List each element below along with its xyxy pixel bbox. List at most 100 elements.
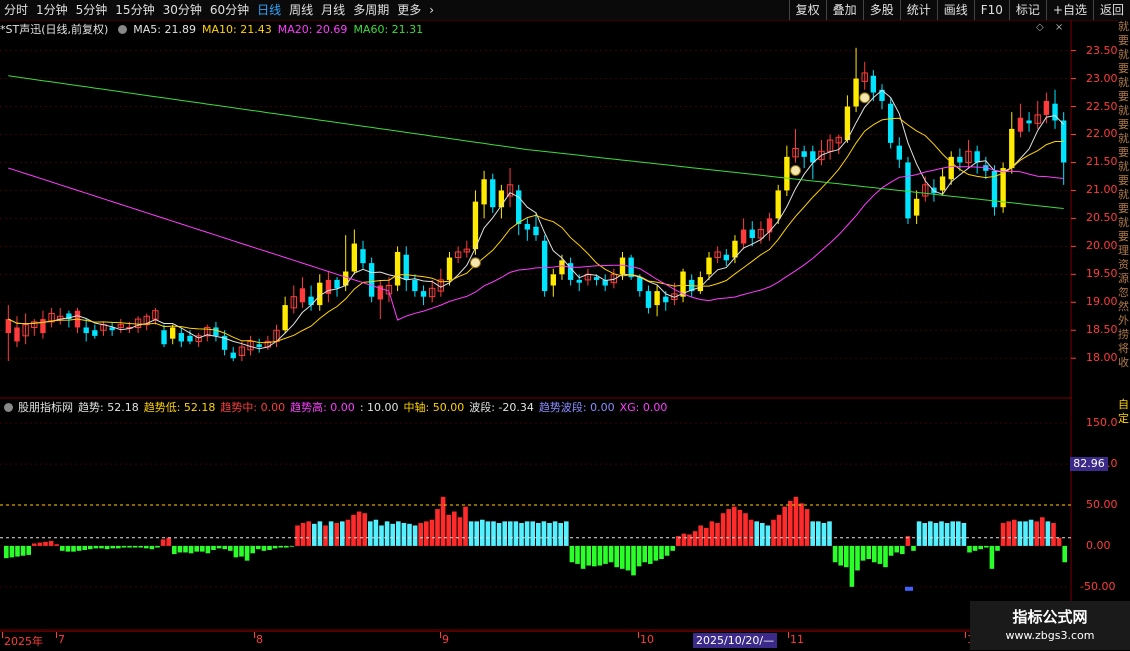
indicator-bar <box>362 513 367 546</box>
indicator-bar <box>575 545 580 564</box>
indicator-bar <box>508 521 513 546</box>
candle-body <box>559 260 565 275</box>
candle-body <box>308 296 314 306</box>
indicator-bar <box>911 545 916 551</box>
indicator-bar <box>194 545 199 552</box>
indicator-bar <box>793 496 799 546</box>
indicator-bar <box>513 521 519 546</box>
indicator-bar <box>704 527 709 546</box>
price-tick-label: 18.50 <box>1086 323 1118 337</box>
indicator-bar <box>782 506 787 546</box>
candle-body <box>472 201 479 250</box>
indicator-bar <box>452 511 457 546</box>
indicator-bar <box>608 545 614 563</box>
indicator-value-7: 趋势波段: 0.00 <box>538 401 615 414</box>
indicator-bar <box>155 545 160 548</box>
indicator-bar <box>9 545 15 558</box>
indicator-bar <box>222 545 227 550</box>
candle-body <box>481 179 487 205</box>
indicator-bar <box>211 545 216 550</box>
candle-body <box>490 179 496 208</box>
price-tick-label: 21.50 <box>1086 155 1118 169</box>
indicator-bar <box>295 525 300 546</box>
indicator-bar <box>300 523 306 546</box>
candle-body <box>576 279 582 283</box>
candle-body <box>913 198 920 216</box>
indicator-bar <box>687 534 692 546</box>
date-tick-label: 8 <box>256 633 263 646</box>
crosshair-value-readout: 82.96 <box>1070 457 1108 471</box>
indicator-bar <box>860 545 866 561</box>
candle-body <box>516 190 522 224</box>
watermark-logo: 指标公式网 www.zbgs3.com <box>970 601 1130 650</box>
indicator-bar <box>116 545 121 549</box>
candle-body <box>161 330 167 345</box>
indicator-bar <box>765 525 771 546</box>
indicator-bar <box>278 545 283 548</box>
indicator-bar <box>530 521 535 546</box>
indicator-settings-icon[interactable] <box>4 402 13 412</box>
indicator-bar <box>15 545 20 557</box>
indicator-bar <box>60 545 65 551</box>
candle-body <box>974 151 980 163</box>
candle-body <box>957 156 963 163</box>
indicator-bar <box>463 506 468 546</box>
indicator-bar <box>491 521 496 546</box>
candle-body <box>178 333 185 342</box>
candle-body <box>360 249 366 264</box>
indicator-bar <box>502 521 507 546</box>
indicator-bar <box>659 545 664 559</box>
indicator-bar <box>1051 523 1056 546</box>
indicator-bar <box>928 521 933 546</box>
price-axis: 23.50 23.00 22.50 22.00 21.50 21.00 20.50 20.00… <box>1072 20 1118 630</box>
candle-body <box>870 75 877 93</box>
candle-body <box>230 352 236 359</box>
indicator-bar <box>972 545 978 551</box>
candle-body <box>92 330 98 336</box>
candle-body <box>749 229 755 238</box>
candle-body <box>550 274 556 286</box>
indicator-bar <box>177 545 183 553</box>
indicator-bar <box>284 545 289 548</box>
date-tick-label: 9 <box>442 633 449 646</box>
candle-body <box>14 327 20 342</box>
candle-body <box>256 344 262 348</box>
candle-body <box>533 226 539 236</box>
kline-chart[interactable] <box>0 0 1130 650</box>
indicator-bar <box>586 545 591 566</box>
indicator-bar <box>950 521 955 546</box>
indicator-bar <box>485 521 491 546</box>
indicator-bar <box>939 521 944 546</box>
candle-body <box>637 277 643 292</box>
candle-body <box>663 296 669 303</box>
indicator-bar <box>597 545 603 566</box>
indicator-bar <box>670 545 675 551</box>
indicator-bar <box>620 545 625 569</box>
indicator-bar <box>474 521 479 546</box>
indicator-bar <box>496 523 502 546</box>
indicator-bar <box>771 519 776 546</box>
indicator-bar <box>54 544 59 546</box>
candle-body <box>740 229 747 244</box>
indicator-bar <box>435 509 440 546</box>
indicator-bar <box>373 519 379 546</box>
indicator-name[interactable]: 股朋指标网 <box>18 399 73 415</box>
indicator-bar <box>821 523 827 546</box>
candle-body <box>351 243 358 272</box>
candle-body <box>187 335 193 342</box>
indicator-bar <box>289 545 295 547</box>
coin-signal-icon <box>859 92 871 104</box>
candle-body <box>784 156 790 191</box>
indicator-bar <box>418 523 423 546</box>
indicator-tick-label: 150.0 <box>1086 416 1118 430</box>
indicator-bar <box>748 519 754 546</box>
price-tick-label: 20.50 <box>1086 211 1118 225</box>
indicator-bar <box>558 523 563 546</box>
indicator-infobar: 股朋指标网 趋势: 52.18 趋势低: 52.18 趋势中: 0.00 趋势高: 0… <box>0 399 672 415</box>
indicator-bar <box>592 545 597 567</box>
candle-body <box>1009 128 1015 169</box>
price-tick-label: 19.50 <box>1086 267 1118 281</box>
indicator-bar <box>306 521 311 546</box>
indicator-bar <box>984 545 989 548</box>
indicator-bar <box>603 545 608 564</box>
